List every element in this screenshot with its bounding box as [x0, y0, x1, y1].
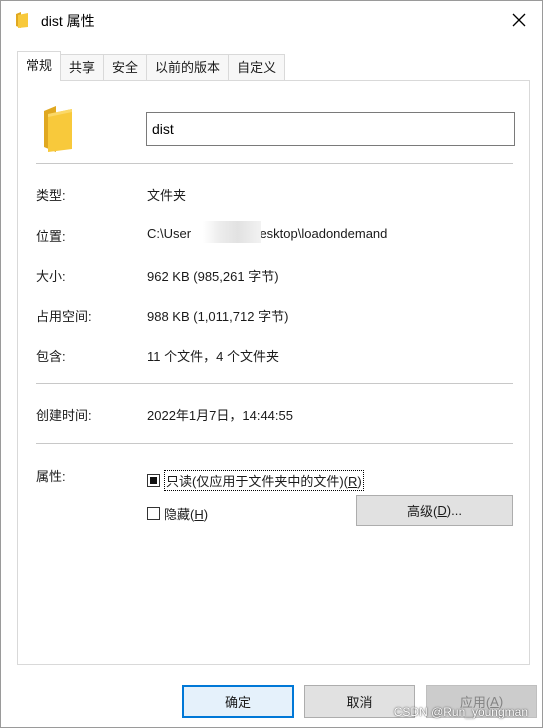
created-label: 创建时间: — [36, 408, 92, 423]
close-button[interactable] — [496, 1, 542, 39]
location-value: C:\User Desktop\loadondemand — [147, 226, 387, 241]
separator — [36, 163, 513, 164]
window-title: dist 属性 — [41, 13, 95, 29]
properties-dialog: dist 属性 常规 共享 安全 以前的版本 自定义 类型: 文件夹 位置: C… — [0, 0, 543, 728]
tab-customize[interactable]: 自定义 — [228, 54, 286, 81]
type-label: 类型: — [36, 188, 66, 203]
redacted-area — [203, 221, 261, 243]
hidden-label: 隐藏(H) — [164, 507, 209, 522]
title-bar[interactable]: dist 属性 — [1, 1, 542, 39]
contains-value: 11 个文件，4 个文件夹 — [147, 349, 279, 364]
tab-previous-versions[interactable]: 以前的版本 — [146, 54, 230, 81]
readonly-check-box[interactable] — [147, 474, 160, 487]
location-value-start: C:\User — [147, 226, 192, 241]
tab-general[interactable]: 常规 — [17, 51, 62, 81]
readonly-label: 只读(仅应用于文件夹中的文件)(R) — [164, 470, 364, 491]
tab-sharing[interactable]: 共享 — [60, 54, 105, 81]
advanced-button[interactable]: 高级(D)... — [356, 495, 513, 526]
separator — [36, 383, 513, 384]
hidden-check-box[interactable] — [147, 507, 160, 520]
size-value: 962 KB (985,261 字节) — [147, 269, 279, 284]
location-label: 位置: — [36, 229, 66, 244]
type-value: 文件夹 — [147, 188, 187, 203]
folder-icon — [15, 12, 29, 28]
close-icon — [512, 13, 526, 27]
location-value-end: Desktop\loadondemand — [250, 226, 388, 241]
disk-size-value: 988 KB (1,011,712 字节) — [147, 309, 289, 324]
separator — [36, 443, 513, 444]
disk-size-label: 占用空间: — [36, 309, 92, 324]
contains-label: 包含: — [36, 349, 66, 364]
size-label: 大小: — [36, 269, 66, 284]
tab-strip: 常规 共享 安全 以前的版本 自定义 — [17, 51, 286, 81]
readonly-checkbox[interactable]: 只读(仅应用于文件夹中的文件)(R) — [147, 470, 364, 491]
created-value: 2022年1月7日，14:44:55 — [147, 408, 293, 423]
watermark: CSDN @Run_youngman — [393, 705, 528, 719]
ok-button[interactable]: 确定 — [182, 685, 294, 718]
general-panel: 类型: 文件夹 位置: C:\UserDesktop\loadondemand … — [17, 80, 530, 665]
attributes-label: 属性: — [36, 469, 66, 484]
folder-name-input[interactable] — [146, 112, 515, 146]
folder-icon — [43, 105, 73, 153]
tab-security[interactable]: 安全 — [103, 54, 148, 81]
hidden-checkbox[interactable]: 隐藏(H) — [147, 504, 208, 523]
